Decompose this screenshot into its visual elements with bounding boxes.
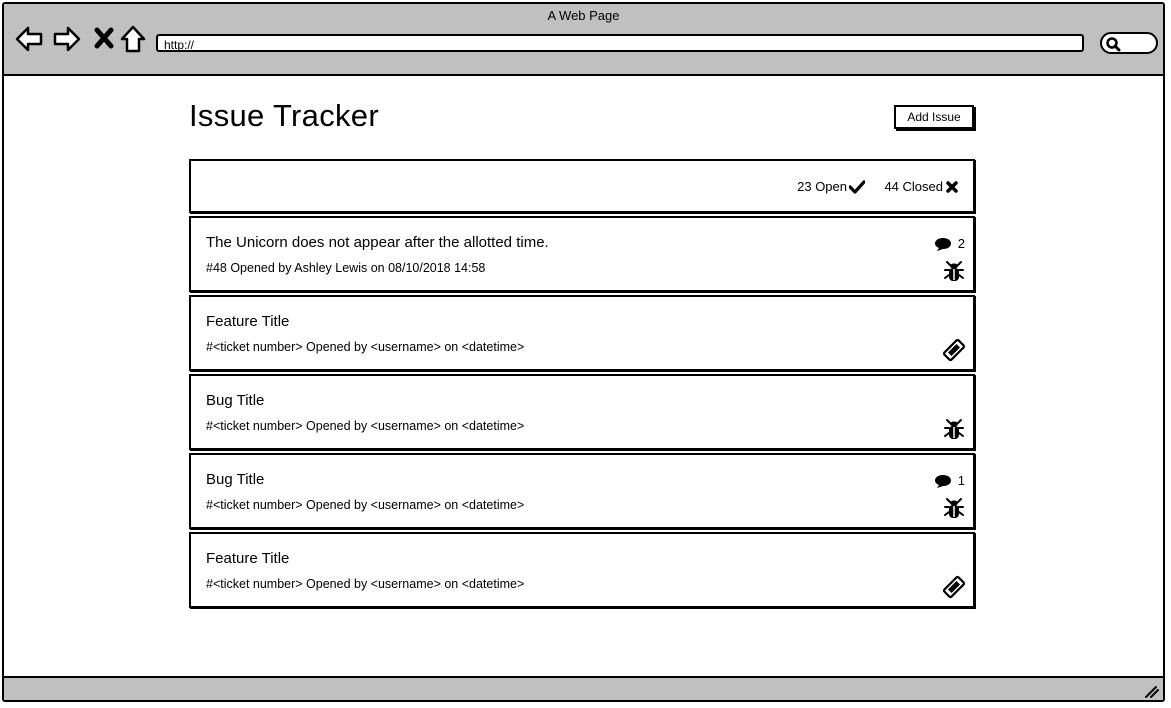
resize-grip-icon[interactable]: [1143, 684, 1159, 698]
browser-titlebar: A Web Page http://: [4, 4, 1163, 76]
bug-icon: [944, 498, 964, 518]
page-title: Issue Tracker: [189, 98, 379, 133]
bug-icon: [944, 419, 964, 439]
comment-count-value: 1: [957, 473, 965, 488]
issue-row[interactable]: Bug Title #<ticket number> Opened by <us…: [189, 374, 975, 450]
check-icon: [849, 179, 865, 194]
home-icon[interactable]: [118, 24, 148, 54]
forward-icon[interactable]: [52, 24, 82, 54]
issue-title[interactable]: Bug Title: [206, 392, 264, 409]
issue-row[interactable]: Feature Title #<ticket number> Opened by…: [189, 295, 975, 371]
closed-count-label: 44 Closed: [884, 179, 943, 194]
bug-icon: [944, 261, 964, 281]
search-icon: [1106, 37, 1121, 52]
comment-icon: [934, 474, 951, 488]
back-icon[interactable]: [14, 24, 44, 54]
issue-filter-bar: 23 Open 44 Closed: [189, 159, 975, 213]
issue-title[interactable]: Feature Title: [206, 313, 289, 330]
issue-title[interactable]: The Unicorn does not appear after the al…: [206, 234, 549, 251]
closed-issues-filter[interactable]: 44 Closed: [884, 179, 959, 194]
x-icon: [946, 180, 958, 193]
ticket-icon: [942, 338, 966, 362]
browser-statusbar: [4, 676, 1163, 700]
window-title: A Web Page: [547, 8, 620, 23]
issue-meta: #48 Opened by Ashley Lewis on 08/10/2018…: [206, 261, 486, 275]
issue-title[interactable]: Bug Title: [206, 471, 264, 488]
comment-icon: [934, 237, 951, 251]
issue-meta: #<ticket number> Opened by <username> on…: [206, 340, 525, 354]
issue-row[interactable]: Bug Title #<ticket number> Opened by <us…: [189, 453, 975, 529]
comment-count[interactable]: 2: [934, 236, 965, 251]
issue-meta: #<ticket number> Opened by <username> on…: [206, 419, 525, 433]
issue-title[interactable]: Feature Title: [206, 550, 289, 567]
open-issues-filter[interactable]: 23 Open: [797, 179, 865, 194]
issue-row[interactable]: Feature Title #<ticket number> Opened by…: [189, 532, 975, 608]
close-icon[interactable]: [90, 24, 120, 54]
ticket-icon: [942, 575, 966, 599]
open-count-label: 23 Open: [797, 179, 847, 194]
url-input[interactable]: http://: [156, 34, 1084, 52]
issue-meta: #<ticket number> Opened by <username> on…: [206, 577, 525, 591]
issue-meta: #<ticket number> Opened by <username> on…: [206, 498, 525, 512]
browser-search-field[interactable]: [1100, 32, 1158, 54]
comment-count-value: 2: [957, 236, 965, 251]
issue-row[interactable]: The Unicorn does not appear after the al…: [189, 216, 975, 292]
add-issue-button[interactable]: Add Issue: [894, 105, 974, 129]
comment-count[interactable]: 1: [934, 473, 965, 488]
